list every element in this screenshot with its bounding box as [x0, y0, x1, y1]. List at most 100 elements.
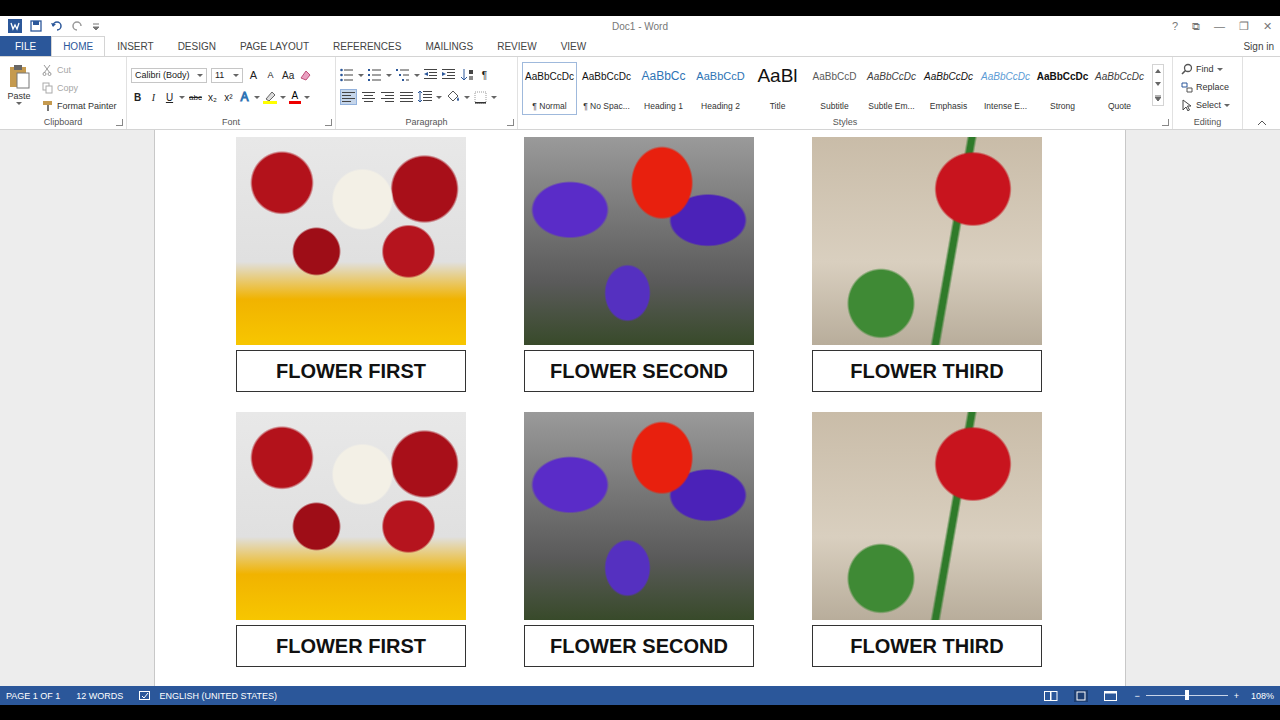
editing-button[interactable]: Replace: [1181, 78, 1230, 96]
borders-icon[interactable]: [474, 91, 487, 104]
redo-icon[interactable]: [72, 20, 84, 32]
ribbon-tab[interactable]: PAGE LAYOUT: [228, 36, 321, 56]
flower-photo[interactable]: [524, 137, 754, 345]
ribbon-tab[interactable]: FILE: [0, 36, 51, 56]
superscript-button[interactable]: x²: [222, 89, 235, 105]
dialog-launcher-icon[interactable]: [325, 119, 332, 126]
window-control[interactable]: ?: [1172, 20, 1178, 32]
zoom-thumb[interactable]: [1185, 690, 1189, 700]
style-item[interactable]: AaBbCcDc¶ Normal: [522, 62, 577, 115]
font-color-button[interactable]: A: [289, 90, 301, 104]
zoom-level[interactable]: 108%: [1251, 691, 1274, 701]
page-count[interactable]: PAGE 1 OF 1: [6, 691, 60, 701]
window-control[interactable]: ❐: [1239, 20, 1249, 33]
ribbon-tab[interactable]: REFERENCES: [321, 36, 413, 56]
flower-photo[interactable]: [812, 137, 1042, 345]
style-item[interactable]: AaBbCcDHeading 2: [693, 62, 748, 115]
word-logo-icon[interactable]: [8, 19, 22, 33]
caption-box[interactable]: FLOWER SECOND: [524, 625, 754, 667]
style-item[interactable]: AaBbCcDcStrong: [1035, 62, 1090, 115]
flower-photo[interactable]: [236, 412, 466, 620]
bullets-icon[interactable]: [340, 68, 354, 82]
print-layout-icon[interactable]: [1074, 690, 1088, 702]
grow-font-button[interactable]: A: [247, 67, 260, 83]
scroll-down-icon[interactable]: [1155, 82, 1161, 86]
dialog-launcher-icon[interactable]: [116, 119, 123, 126]
language[interactable]: ENGLISH (UNITED STATES): [159, 691, 277, 701]
clipboard-button[interactable]: Copy: [42, 79, 117, 97]
sort-icon[interactable]: [460, 68, 474, 82]
sign-in-link[interactable]: Sign in: [1243, 36, 1280, 56]
ribbon-tab[interactable]: REVIEW: [485, 36, 548, 56]
window-control[interactable]: ⧉: [1192, 20, 1200, 33]
decrease-indent-icon[interactable]: [424, 68, 438, 82]
style-item[interactable]: AaBbCcHeading 1: [636, 62, 691, 115]
style-item[interactable]: AaBbCcDc¶ No Spac...: [579, 62, 634, 115]
style-item[interactable]: AaBbCcDcIntense E...: [978, 62, 1033, 115]
zoom-slider[interactable]: [1146, 695, 1228, 696]
style-item[interactable]: AaBbCcDcSubtle Em...: [864, 62, 919, 115]
read-mode-icon[interactable]: [1044, 691, 1058, 701]
font-name-field[interactable]: Calibri (Body): [131, 68, 207, 83]
line-spacing-icon[interactable]: [418, 90, 432, 104]
text-effects-button[interactable]: A: [238, 89, 251, 105]
window-control[interactable]: —: [1214, 20, 1225, 32]
align-left-button[interactable]: [340, 89, 357, 105]
more-styles-icon[interactable]: [1155, 95, 1161, 101]
undo-icon[interactable]: [50, 20, 64, 32]
dialog-launcher-icon[interactable]: [1162, 119, 1169, 126]
flower-photo[interactable]: [524, 412, 754, 620]
subscript-button[interactable]: x₂: [206, 89, 219, 105]
editing-button[interactable]: Find: [1181, 60, 1230, 78]
dialog-launcher-icon[interactable]: [507, 119, 514, 126]
window-control[interactable]: ✕: [1263, 20, 1272, 33]
ribbon-tab[interactable]: HOME: [51, 36, 105, 56]
flower-photo[interactable]: [812, 412, 1042, 620]
italic-button[interactable]: I: [147, 89, 160, 105]
caption-box[interactable]: FLOWER FIRST: [236, 350, 466, 392]
web-layout-icon[interactable]: [1104, 691, 1118, 701]
paste-button[interactable]: Paste: [4, 60, 34, 115]
style-item[interactable]: AaBbCcDcQuote: [1092, 62, 1147, 115]
document-page[interactable]: FLOWER FIRST FLOWER SECOND FLOWER THIRD FLO…: [154, 130, 1126, 686]
clear-formatting-icon[interactable]: [299, 69, 311, 81]
caption-box[interactable]: FLOWER THIRD: [812, 350, 1042, 392]
scroll-up-icon[interactable]: [1155, 69, 1161, 73]
customize-icon[interactable]: [92, 22, 100, 30]
shrink-font-button[interactable]: A: [264, 67, 277, 83]
collapse-ribbon[interactable]: [1243, 57, 1280, 129]
show-formatting-button[interactable]: ¶: [478, 67, 491, 83]
save-icon[interactable]: [30, 20, 42, 32]
editing-button[interactable]: Select: [1181, 96, 1230, 114]
caption-box[interactable]: FLOWER FIRST: [236, 625, 466, 667]
gallery-scroll[interactable]: [1152, 64, 1164, 106]
justify-button[interactable]: [399, 89, 414, 105]
center-button[interactable]: [361, 89, 376, 105]
style-item[interactable]: AaBbCcDSubtitle: [807, 62, 862, 115]
style-item[interactable]: AaBbCcDcEmphasis: [921, 62, 976, 115]
caption-box[interactable]: FLOWER THIRD: [812, 625, 1042, 667]
proofing-icon[interactable]: [139, 691, 151, 701]
font-size-field[interactable]: 11: [211, 68, 243, 83]
word-count[interactable]: 12 WORDS: [76, 691, 123, 701]
ribbon-tab[interactable]: MAILINGS: [413, 36, 485, 56]
highlight-icon[interactable]: [263, 90, 277, 104]
numbering-icon[interactable]: [368, 68, 382, 82]
clipboard-button[interactable]: Cut: [42, 61, 117, 79]
shading-icon[interactable]: [446, 90, 460, 104]
change-case-button[interactable]: Aa: [281, 67, 295, 83]
ribbon-tab[interactable]: VIEW: [549, 36, 599, 56]
zoom-out-button[interactable]: −: [1134, 691, 1139, 701]
ribbon-tab[interactable]: INSERT: [105, 36, 166, 56]
multilevel-list-icon[interactable]: [396, 68, 410, 82]
flower-photo[interactable]: [236, 137, 466, 345]
underline-button[interactable]: U: [163, 89, 176, 105]
clipboard-button[interactable]: Format Painter: [42, 97, 117, 115]
caption-box[interactable]: FLOWER SECOND: [524, 350, 754, 392]
bold-button[interactable]: B: [131, 89, 144, 105]
strikethrough-button[interactable]: abc: [188, 89, 203, 105]
zoom-in-button[interactable]: +: [1234, 691, 1239, 701]
style-item[interactable]: AaBlTitle: [750, 62, 805, 115]
increase-indent-icon[interactable]: [442, 68, 456, 82]
ribbon-tab[interactable]: DESIGN: [166, 36, 228, 56]
